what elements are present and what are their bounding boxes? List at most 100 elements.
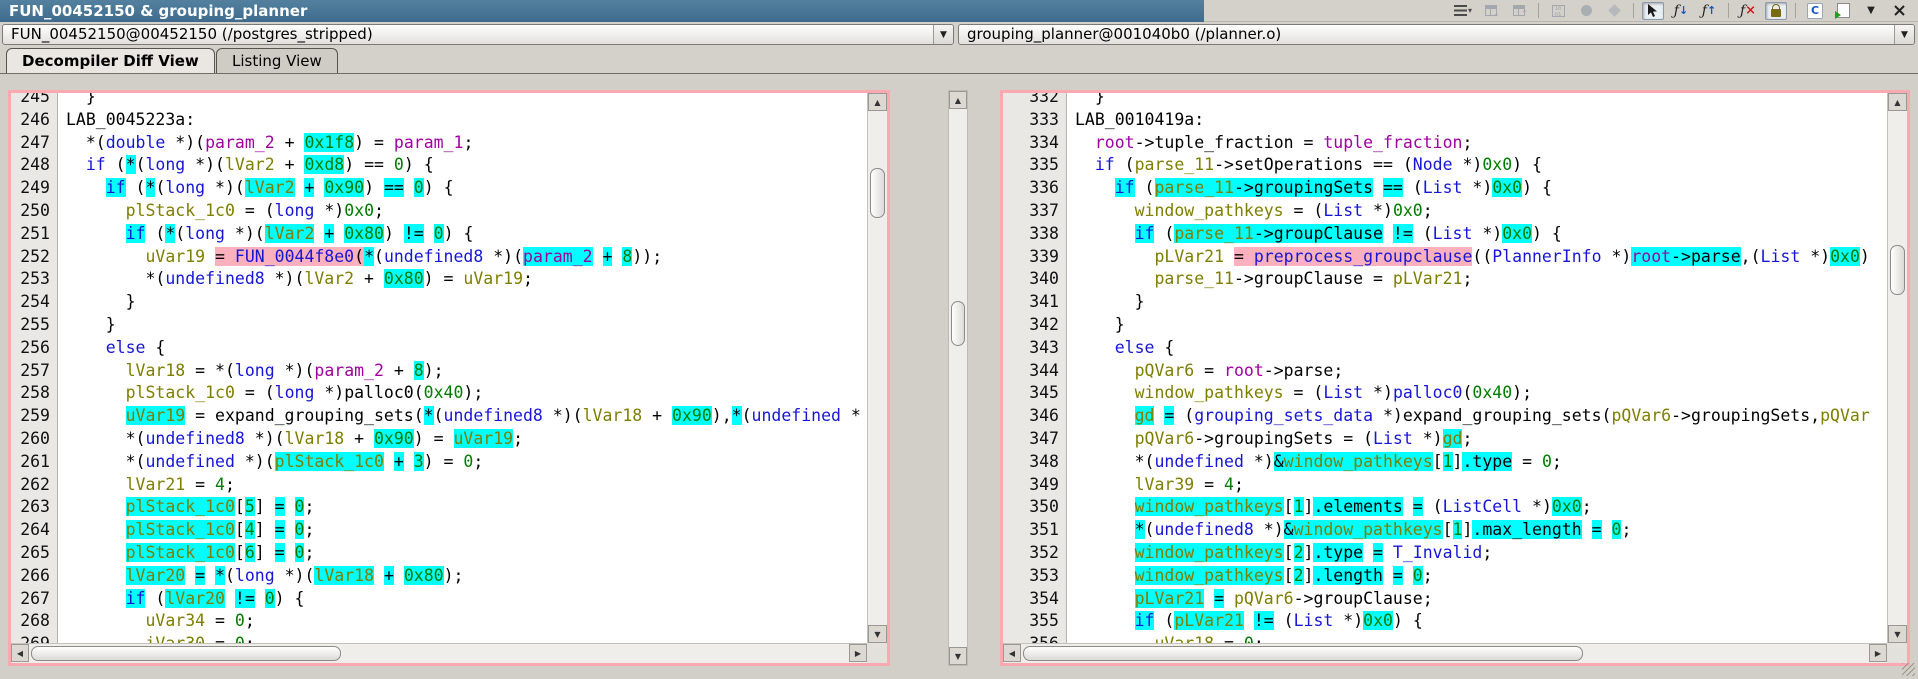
code-text: if (pLVar21 != (List *)0x0) { (1066, 610, 1423, 633)
code-text: window_pathkeys[2].length = 0; (1066, 565, 1433, 588)
code-text: window_pathkeys[1].elements = (ListCell … (1066, 496, 1592, 519)
line-number: 253 (11, 268, 57, 291)
code-text: plStack_1c0[6] = 0; (57, 542, 314, 565)
table-apply-down-icon[interactable]: ↓ (1480, 2, 1502, 20)
decompiler-panel-left: 245 }246LAB_0045223a:247 *(double *)(par… (8, 90, 890, 666)
code-text: else { (1066, 337, 1174, 360)
horizontal-scrollbar-left-panel[interactable]: ◀ ▶ (11, 643, 867, 663)
code-line: 354 pLVar21 = pQVar6->groupClause; (1003, 588, 1887, 611)
toolbar-separator (1795, 3, 1796, 18)
dropdown-icon[interactable]: ▼ (1860, 2, 1882, 20)
code-text: } (1066, 93, 1105, 109)
scrollbar-thumb[interactable] (1890, 245, 1905, 295)
table-apply-up-icon[interactable]: ↑ (1508, 2, 1530, 20)
line-number: 349 (1003, 474, 1066, 497)
scrollbar-thumb[interactable] (870, 168, 885, 218)
remove-function-icon[interactable]: ƒ× (1737, 2, 1759, 20)
vertical-scrollbar-right-panel[interactable]: ▲ ▼ (1887, 93, 1907, 643)
code-text: *(undefined8 *)(lVar18 + 0x90) = uVar19; (57, 428, 523, 451)
code-line: 355 if (pLVar21 != (List *)0x0) { (1003, 610, 1887, 633)
code-viewport-right[interactable]: 332 }333LAB_0010419a:334 root->tuple_fra… (1003, 93, 1887, 643)
code-text: } (1066, 291, 1145, 314)
menu-list-icon[interactable]: ▾ (1452, 2, 1474, 20)
code-text: pQVar6 = root->parse; (1066, 360, 1343, 383)
right-function-selector[interactable]: grouping_planner@001040b0 (/planner.o) ▼ (958, 24, 1915, 45)
code-viewport-left[interactable]: 245 }246LAB_0045223a:247 *(double *)(par… (11, 93, 867, 643)
scroll-left-icon[interactable]: ◀ (1003, 644, 1021, 662)
line-number: 336 (1003, 177, 1066, 200)
code-line: 246LAB_0045223a: (11, 109, 867, 132)
scroll-down-icon[interactable]: ▼ (949, 647, 967, 665)
code-text: if (parse_11->setOperations == (Node *)0… (1066, 154, 1542, 177)
lock-icon[interactable] (1765, 2, 1787, 20)
scroll-right-icon[interactable]: ▶ (1869, 644, 1887, 662)
line-number: 245 (11, 93, 57, 109)
function-next-icon[interactable]: ƒ↓ (1670, 2, 1692, 20)
scroll-up-icon[interactable]: ▲ (1888, 93, 1907, 111)
code-text: root->tuple_fraction = tuple_fraction; (1066, 132, 1472, 155)
code-line: 338 if (parse_11->groupClause != (List *… (1003, 223, 1887, 246)
line-number: 343 (1003, 337, 1066, 360)
line-number: 256 (11, 337, 57, 360)
code-text: if (parse_11->groupClause != (List *)0x0… (1066, 223, 1562, 246)
line-number: 258 (11, 382, 57, 405)
code-text: window_pathkeys[2].type = T_Invalid; (1066, 542, 1492, 565)
code-text: *(undefined *)(plStack_1c0 + 3) = 0; (57, 451, 483, 474)
cursor-select-icon[interactable] (1642, 2, 1664, 20)
code-text: if (lVar20 != 0) { (57, 588, 304, 611)
code-text: window_pathkeys = (List *)palloc0(0x40); (1066, 382, 1532, 405)
line-number: 260 (11, 428, 57, 451)
line-number: 334 (1003, 132, 1066, 155)
code-line: 252 uVar19 = FUN_0044f8e0(*(undefined8 *… (11, 246, 867, 269)
code-line: 266 lVar20 = *(long *)(lVar18 + 0x80); (11, 565, 867, 588)
middle-scrollbar[interactable]: ▲ ▼ (948, 90, 968, 666)
scrollbar-thumb[interactable] (31, 646, 341, 661)
caret-down-icon: ▾ (1468, 6, 1472, 15)
code-text: *(double *)(param_2 + 0x1f8) = param_1; (57, 132, 473, 155)
scroll-left-icon[interactable]: ◀ (11, 644, 29, 662)
combo-arrow-icon[interactable]: ▼ (1894, 25, 1914, 44)
binary-compare-icon[interactable]: 10 01 (1547, 2, 1569, 20)
line-number: 344 (1003, 360, 1066, 383)
code-line: 351 *(undefined8 *)&window_pathkeys[1].m… (1003, 519, 1887, 542)
code-line: 350 window_pathkeys[1].elements = (ListC… (1003, 496, 1887, 519)
tab-decompiler-diff-view[interactable]: Decompiler Diff View (6, 48, 215, 73)
tab-listing-view[interactable]: Listing View (216, 48, 338, 73)
code-text: } (57, 291, 136, 314)
scroll-down-icon[interactable]: ▼ (1888, 625, 1907, 643)
code-text: pLVar21 = pQVar6->groupClause; (1066, 588, 1433, 611)
horizontal-scrollbar-right-panel[interactable]: ◀ ▶ (1003, 643, 1887, 663)
line-number: 269 (11, 633, 57, 643)
left-function-selector[interactable]: FUN_00452150@00452150 (/postgres_strippe… (2, 24, 954, 45)
line-number: 251 (11, 223, 57, 246)
code-text: uVar19 = FUN_0044f8e0(*(undefined8 *)(pa… (57, 246, 662, 269)
code-text: gd = (grouping_sets_data *)expand_groupi… (1066, 405, 1870, 428)
scrollbar-thumb[interactable] (1023, 646, 1583, 661)
vertical-scrollbar-left-panel[interactable]: ▲ ▼ (867, 93, 887, 643)
scroll-up-icon[interactable]: ▲ (868, 93, 887, 111)
function-previous-icon[interactable]: ƒ↑ (1698, 2, 1720, 20)
scroll-right-icon[interactable]: ▶ (849, 644, 867, 662)
combo-arrow-icon[interactable]: ▼ (933, 25, 953, 44)
close-icon[interactable] (1888, 2, 1910, 20)
line-number: 262 (11, 474, 57, 497)
circle-icon[interactable] (1575, 2, 1597, 20)
scroll-up-icon[interactable]: ▲ (949, 91, 967, 109)
diamond-icon[interactable] (1603, 2, 1625, 20)
line-number: 351 (1003, 519, 1066, 542)
line-number: 338 (1003, 223, 1066, 246)
hamburger-icon (1454, 5, 1467, 16)
scroll-down-icon[interactable]: ▼ (868, 625, 887, 643)
code-line: 245 } (11, 93, 867, 109)
code-rows-left: 245 }246LAB_0045223a:247 *(double *)(par… (11, 93, 867, 643)
code-text: uVar34 = 0; (57, 610, 255, 633)
code-text: plStack_1c0[5] = 0; (57, 496, 314, 519)
code-line: 344 pQVar6 = root->parse; (1003, 360, 1887, 383)
code-line: 262 lVar21 = 4; (11, 474, 867, 497)
open-new-window-icon[interactable] (1832, 2, 1854, 20)
line-number: 255 (11, 314, 57, 337)
c-source-icon[interactable]: C (1804, 2, 1826, 20)
scrollbar-thumb[interactable] (951, 301, 965, 346)
resize-grip[interactable] (1902, 663, 1915, 676)
header-area: FUN_00452150@00452150 (/postgres_strippe… (0, 22, 1918, 74)
